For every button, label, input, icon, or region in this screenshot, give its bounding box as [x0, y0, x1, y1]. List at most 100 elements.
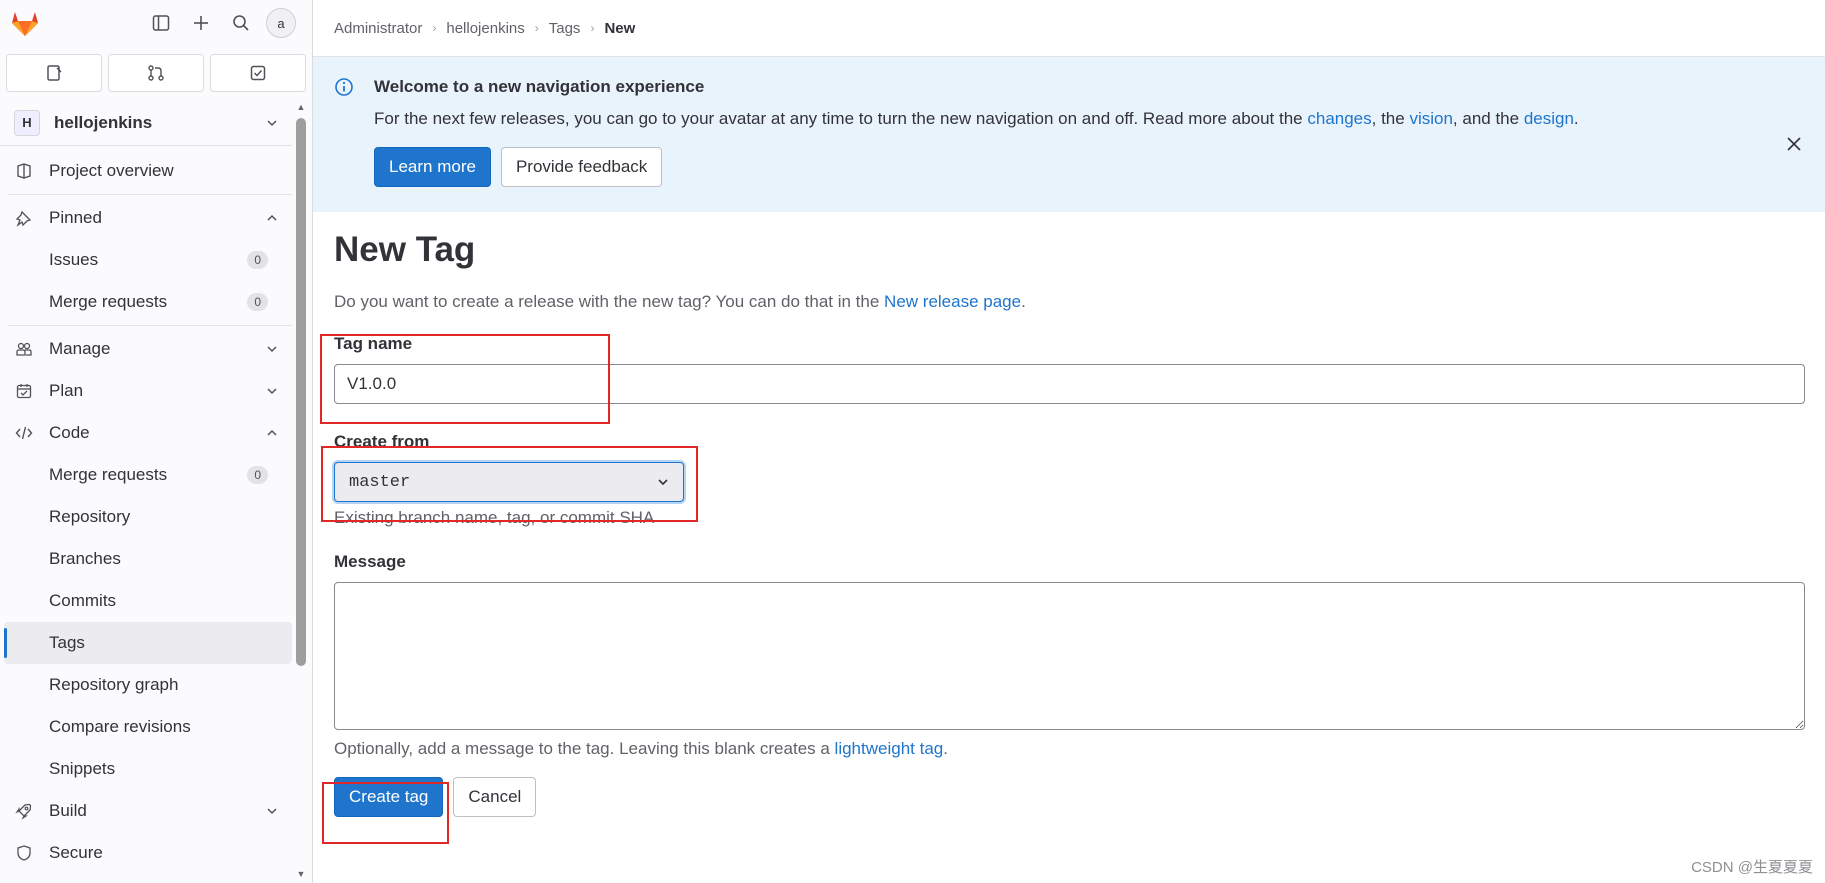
lightweight-tag-link[interactable]: lightweight tag — [835, 739, 944, 758]
sidebar-item-branches[interactable]: Branches — [0, 538, 292, 580]
sidebar-item-label: Build — [49, 801, 87, 820]
create-from-value: master — [349, 472, 411, 492]
todo-list-button[interactable] — [210, 54, 306, 92]
sidebar-item-label: Tags — [49, 633, 85, 652]
chevron-down-icon — [267, 346, 277, 353]
learn-more-button[interactable]: Learn more — [374, 147, 491, 187]
chevron-down-icon — [267, 388, 277, 395]
sidebar-item-secure[interactable]: Secure — [0, 832, 292, 874]
main-content: Administrator › hellojenkins › Tags › Ne… — [313, 0, 1825, 883]
intro-text-part: . — [1021, 292, 1026, 311]
breadcrumb-project[interactable]: hellojenkins — [446, 20, 524, 37]
create-from-dropdown[interactable]: master — [334, 462, 684, 502]
design-link[interactable]: design — [1524, 109, 1574, 128]
shield-icon — [14, 843, 34, 863]
sidebar-item-label: Plan — [49, 381, 84, 400]
scroll-down-arrow-icon[interactable]: ▼ — [296, 869, 306, 879]
banner-actions: Learn more Provide feedback — [374, 147, 1825, 187]
banner-text-part: , and the — [1452, 109, 1524, 128]
sidebar-item-issues[interactable]: Issues 0 — [0, 239, 292, 281]
sidebar-item-project-overview[interactable]: Project overview — [0, 150, 292, 192]
banner-title: Welcome to a new navigation experience — [374, 77, 705, 96]
sidebar-item-code-merge-requests[interactable]: Merge requests 0 — [0, 454, 292, 496]
quick-actions — [0, 46, 312, 92]
new-tag-form: New Tag Do you want to create a release … — [313, 212, 1825, 817]
chevron-down-icon — [267, 808, 277, 815]
scroll-up-arrow-icon[interactable]: ▲ — [296, 102, 306, 112]
breadcrumb-tags[interactable]: Tags — [549, 20, 581, 37]
sidebar-divider — [8, 194, 292, 195]
project-avatar: H — [14, 109, 40, 136]
sidebar-item-label: Pinned — [49, 208, 102, 227]
sidebar-scroll-area: ▲ ▼ H hellojenkins Project overview Pinn… — [0, 100, 312, 883]
message-help-part: Optionally, add a message to the tag. Le… — [334, 739, 835, 758]
project-name: hellojenkins — [54, 112, 153, 132]
sidebar-item-label: Merge requests — [49, 292, 168, 311]
breadcrumb-administrator[interactable]: Administrator — [334, 20, 422, 37]
sidebar-item-label: Issues — [49, 250, 99, 269]
calendar-icon — [14, 381, 34, 401]
chevron-up-icon — [267, 429, 277, 436]
sidebar-toggle-icon[interactable] — [146, 8, 176, 38]
thumbtack-icon — [14, 208, 34, 228]
sidebar-item-label: Merge requests — [49, 465, 168, 484]
chevron-up-icon — [267, 214, 277, 221]
message-label: Message — [334, 552, 406, 571]
sidebar-item-pinned-merge-requests[interactable]: Merge requests 0 — [0, 281, 292, 323]
chevron-down-icon — [267, 119, 277, 126]
sidebar-item-plan[interactable]: Plan — [0, 370, 292, 412]
banner-text-part: . — [1573, 109, 1579, 128]
sidebar-topbar: a — [0, 0, 312, 46]
user-avatar[interactable]: a — [266, 8, 296, 38]
rocket-icon — [14, 801, 34, 821]
intro-text-part: Do you want to create a release with the… — [334, 292, 885, 311]
sidebar-item-tags[interactable]: Tags — [4, 622, 292, 664]
close-icon[interactable] — [1785, 135, 1803, 153]
sidebar-item-code[interactable]: Code — [0, 412, 292, 454]
sidebar-item-manage[interactable]: Manage — [0, 328, 292, 370]
project-switcher[interactable]: H hellojenkins — [0, 100, 292, 146]
sidebar: a ▲ ▼ H hellojenkins Project overview Pi… — [0, 0, 313, 883]
create-from-label: Create from — [334, 432, 430, 451]
merge-requests-button[interactable] — [108, 54, 204, 92]
sidebar-item-snippets[interactable]: Snippets — [0, 748, 292, 790]
sidebar-nav: Project overview Pinned Issues 0 Merge r… — [0, 150, 292, 874]
scroll-thumb[interactable] — [296, 118, 306, 666]
search-icon[interactable] — [226, 8, 256, 38]
provide-feedback-button[interactable]: Provide feedback — [500, 147, 663, 187]
new-release-link[interactable]: New release page — [884, 292, 1021, 311]
navigation-banner: Welcome to a new navigation experience F… — [313, 57, 1825, 212]
message-textarea[interactable] — [334, 582, 1805, 730]
assigned-issues-button[interactable] — [6, 54, 102, 92]
tag-name-input[interactable] — [334, 364, 1805, 404]
users-icon — [14, 339, 34, 359]
cancel-button[interactable]: Cancel — [453, 777, 537, 817]
sidebar-item-repository[interactable]: Repository — [0, 496, 292, 538]
sidebar-item-pinned[interactable]: Pinned — [0, 197, 292, 239]
chevron-right-icon: › — [534, 21, 539, 35]
message-help-part: . — [943, 739, 948, 758]
create-tag-button[interactable]: Create tag — [334, 777, 444, 817]
vision-link[interactable]: vision — [1409, 109, 1452, 128]
info-icon — [335, 78, 353, 96]
page-title: New Tag — [334, 230, 476, 269]
form-actions: Create tag Cancel — [334, 777, 1804, 817]
sidebar-scrollbar[interactable]: ▲ ▼ — [296, 100, 306, 883]
sidebar-item-label: Commits — [49, 591, 117, 610]
plus-icon[interactable] — [186, 8, 216, 38]
issues-icon — [47, 65, 62, 81]
banner-text-part: For the next few releases, you can go to… — [374, 109, 1308, 128]
gitlab-logo-icon[interactable] — [8, 6, 42, 40]
count-badge: 0 — [247, 293, 268, 311]
create-from-help: Existing branch name, tag, or commit SHA — [334, 508, 655, 527]
sidebar-item-build[interactable]: Build — [0, 790, 292, 832]
sidebar-item-commits[interactable]: Commits — [0, 580, 292, 622]
changes-link[interactable]: changes — [1307, 109, 1371, 128]
sidebar-item-label: Compare revisions — [49, 717, 191, 736]
sidebar-item-compare-revisions[interactable]: Compare revisions — [0, 706, 292, 748]
chevron-right-icon: › — [432, 21, 437, 35]
sidebar-item-label: Repository graph — [49, 675, 179, 694]
intro-text: Do you want to create a release with the… — [334, 292, 1804, 312]
sidebar-divider — [8, 325, 292, 326]
sidebar-item-repository-graph[interactable]: Repository graph — [0, 664, 292, 706]
